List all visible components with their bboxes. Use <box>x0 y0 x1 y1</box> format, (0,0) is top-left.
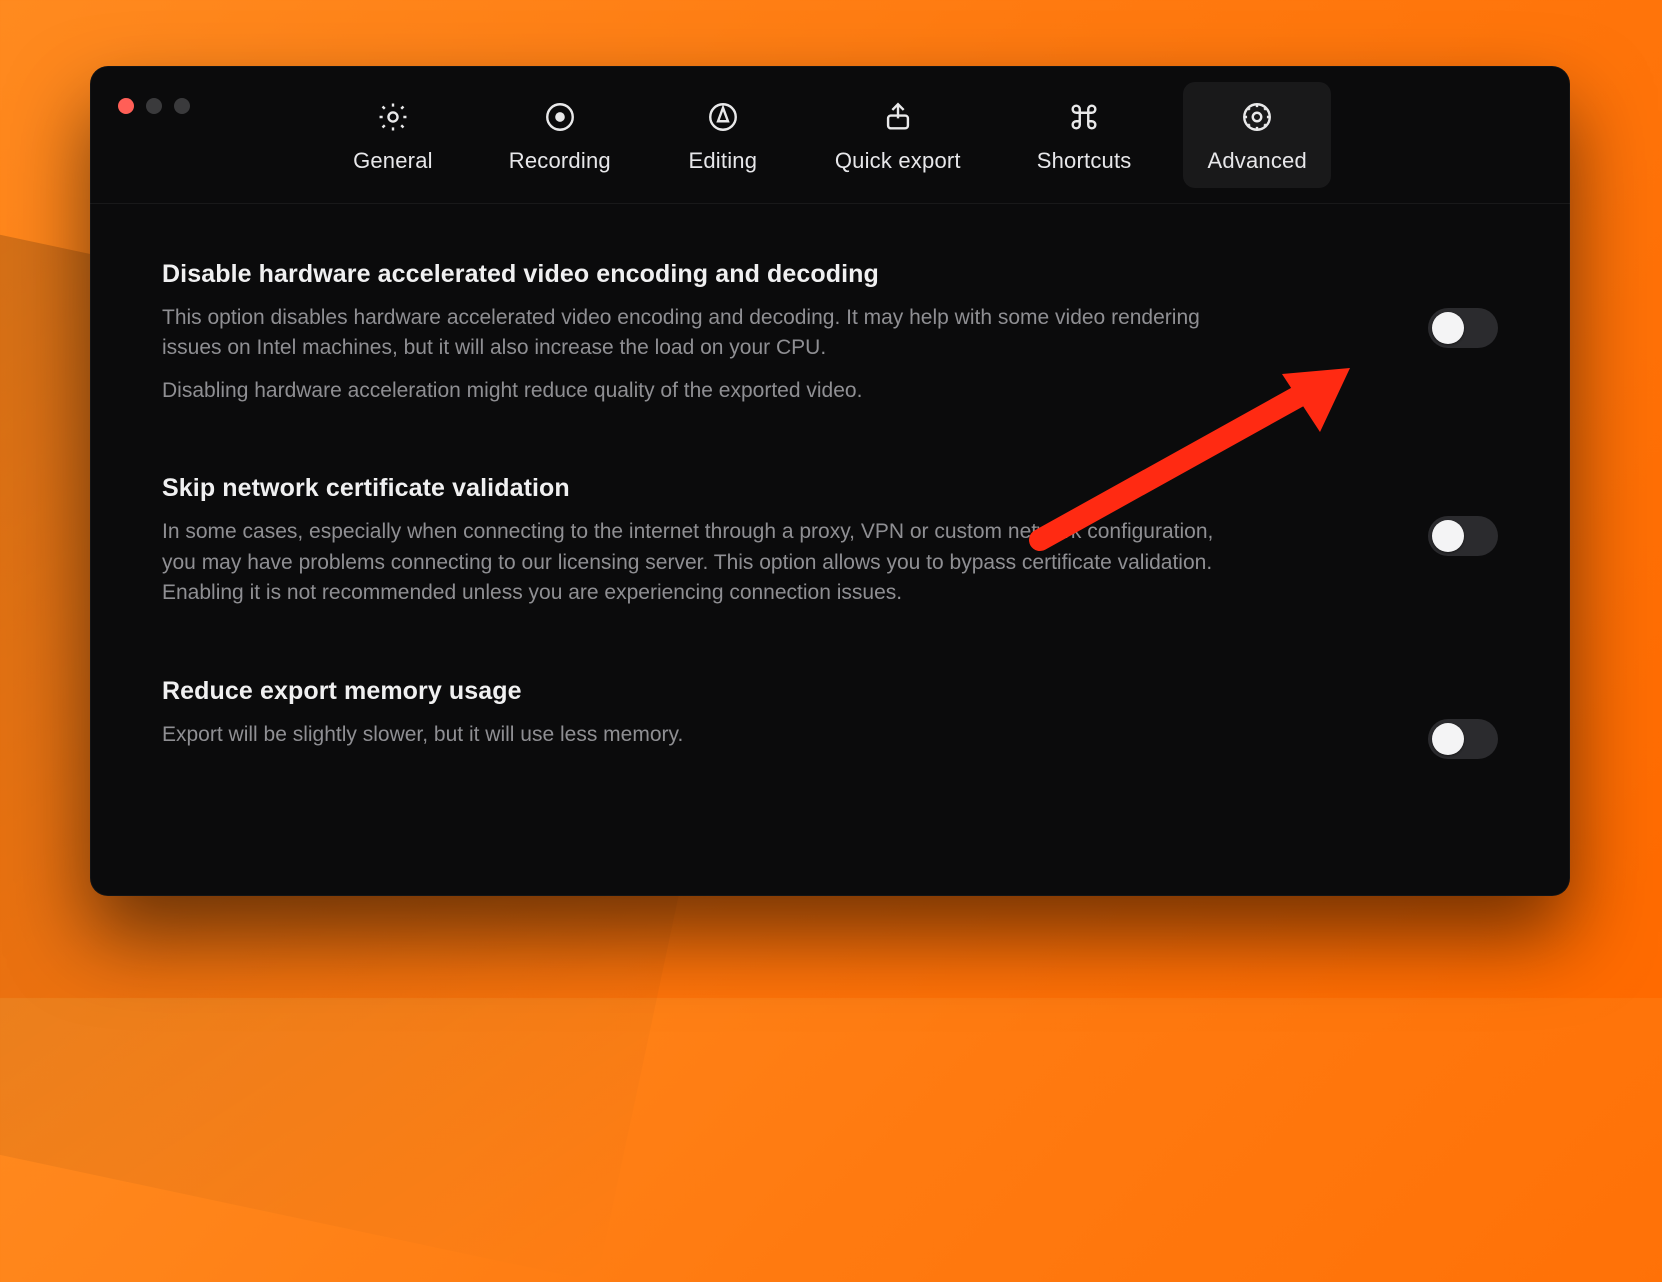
tab-label: Recording <box>509 148 611 174</box>
minimize-window-button[interactable] <box>146 98 162 114</box>
toggle-reduce-export-memory[interactable] <box>1428 719 1498 759</box>
setting-disable-hwaccel: Disable hardware accelerated video encod… <box>162 260 1498 406</box>
toggle-knob <box>1432 520 1464 552</box>
setting-title: Reduce export memory usage <box>162 677 683 706</box>
tab-shortcuts[interactable]: Shortcuts <box>1013 82 1156 188</box>
setting-reduce-export-memory: Reduce export memory usage Export will b… <box>162 677 1498 759</box>
setting-text: Disable hardware accelerated video encod… <box>162 260 1242 406</box>
toggle-skip-cert-validation[interactable] <box>1428 516 1498 556</box>
setting-title: Skip network certificate validation <box>162 474 1242 503</box>
toggle-knob <box>1432 723 1464 755</box>
setting-description: Export will be slightly slower, but it w… <box>162 720 683 750</box>
export-icon <box>881 100 915 134</box>
setting-description: In some cases, especially when connectin… <box>162 517 1242 608</box>
setting-description: This option disables hardware accelerate… <box>162 303 1242 364</box>
tab-editing[interactable]: Editing <box>663 82 783 188</box>
tab-label: Quick export <box>835 148 961 174</box>
close-window-button[interactable] <box>118 98 134 114</box>
command-icon <box>1067 100 1101 134</box>
tab-recording[interactable]: Recording <box>485 82 635 188</box>
setting-description: Disabling hardware acceleration might re… <box>162 376 1242 406</box>
setting-skip-cert-validation: Skip network certificate validation In s… <box>162 474 1498 608</box>
setting-text: Reduce export memory usage Export will b… <box>162 677 683 750</box>
record-icon <box>543 100 577 134</box>
setting-title: Disable hardware accelerated video encod… <box>162 260 1242 289</box>
window-controls <box>118 98 190 114</box>
tab-quick-export[interactable]: Quick export <box>811 82 985 188</box>
gear-icon <box>376 100 410 134</box>
settings-content: Disable hardware accelerated video encod… <box>90 204 1570 867</box>
zoom-window-button[interactable] <box>174 98 190 114</box>
setting-text: Skip network certificate validation In s… <box>162 474 1242 608</box>
tab-advanced[interactable]: Advanced <box>1183 82 1330 188</box>
advanced-gear-icon <box>1240 100 1274 134</box>
tab-general[interactable]: General <box>329 82 457 188</box>
toggle-disable-hwaccel[interactable] <box>1428 308 1498 348</box>
preferences-tabs: General Recording Editing Quick export <box>329 82 1331 188</box>
tab-label: Editing <box>688 148 757 174</box>
tab-label: Shortcuts <box>1037 148 1132 174</box>
tab-label: General <box>353 148 433 174</box>
titlebar: General Recording Editing Quick export <box>90 66 1570 204</box>
tab-label: Advanced <box>1207 148 1306 174</box>
toggle-knob <box>1432 312 1464 344</box>
editing-icon <box>706 100 740 134</box>
preferences-window: General Recording Editing Quick export <box>90 66 1570 896</box>
